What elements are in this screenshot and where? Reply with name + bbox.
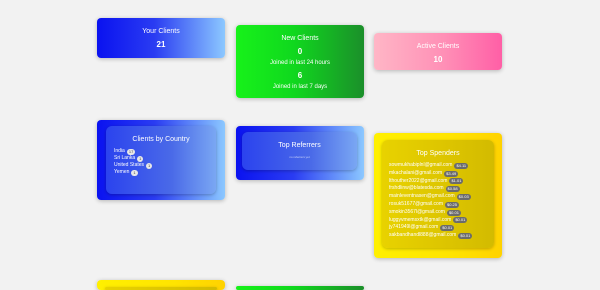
spender-row: lthouther2022@gmail.com $1.01 — [389, 178, 494, 186]
new-clients-24h-label: Joined in last 24 hours — [269, 60, 331, 66]
country-name: Yemen — [114, 169, 130, 175]
spender-list: sowmukhabiplnl@gmail.com $4.11 mkachalani… — [382, 162, 494, 240]
spender-amount-badge: $3.49 — [444, 170, 459, 177]
country-row: Sri Lanka 1 — [114, 155, 216, 162]
your-clients-card: Your Clients 21 — [97, 18, 225, 58]
spender-row: luggyvmemsxtk@gmail.com $0.01 — [389, 217, 494, 225]
active-clients-count: 10 — [433, 55, 443, 64]
country-row: Yemen 1 — [114, 169, 216, 176]
active-clients-card: Active Clients 10 — [374, 33, 502, 70]
spender-amount-badge: $0.01 — [446, 209, 461, 216]
spender-row: jy741949l@gmail.com $0.01 — [389, 224, 494, 232]
country-name: Sri Lanka — [114, 155, 136, 161]
spender-amount-badge: $0.01 — [458, 233, 473, 240]
top-referrers-title: Top Referrers — [278, 142, 321, 149]
clients-by-country-title: Clients by Country — [132, 136, 190, 143]
country-row: India 17 — [114, 148, 216, 155]
spender-email: mkachalani@gmail.com — [389, 169, 443, 176]
clients-by-country-card: Clients by Country India 17 Sri Lanka 1 … — [97, 120, 225, 200]
country-name: India — [114, 148, 125, 154]
spender-amount-badge: $1.01 — [449, 178, 464, 185]
country-row: United States 1 — [114, 162, 216, 169]
country-count-badge: 1 — [137, 155, 144, 162]
spender-amount-badge: $0.01 — [453, 217, 468, 224]
spender-row: sowmukhabiplnl@gmail.com $4.11 — [389, 162, 494, 170]
country-count-badge: 1 — [131, 169, 138, 176]
active-clients-title: Active Clients — [416, 43, 460, 50]
your-clients-title: Your Clients — [142, 28, 180, 35]
spender-amount-badge: $0.01 — [440, 225, 455, 232]
top-referrers-empty-note: no referrers yet — [289, 155, 310, 159]
spender-row: mkachalani@gmail.com $3.49 — [389, 170, 494, 178]
spender-email: mainleventnasen@gmail.com — [389, 193, 455, 200]
spender-email: frshdlinw@blatesda.com — [389, 185, 444, 192]
spender-amount-badge: $4.11 — [454, 162, 469, 169]
top-spenders-card: Top Spenders sowmukhabiplnl@gmail.com $4.… — [374, 133, 502, 258]
spender-email: sakbandhandl888@gmail.com — [389, 232, 457, 239]
new-clients-24h-count: 0 — [297, 47, 303, 56]
country-count-badge: 1 — [146, 162, 153, 169]
your-clients-count: 21 — [156, 40, 166, 49]
new-clients-card: New Clients 0 Joined in last 24 hours 6 … — [236, 25, 364, 98]
spender-email: sowmukhabiplnl@gmail.com — [389, 162, 453, 168]
top-spenders-title: Top Spenders — [416, 150, 460, 157]
spender-email: smokin3567l@gmail.com — [389, 208, 445, 215]
spender-email: jy741949l@gmail.com — [389, 224, 439, 231]
country-name: United States — [114, 162, 145, 168]
spender-email: rosuk51677@gmail.com — [389, 200, 443, 207]
country-count-badge: 17 — [126, 148, 136, 155]
spender-email: lthouther2022@gmail.com — [389, 177, 448, 184]
top-spenders-panel: Top Spenders sowmukhabiplnl@gmail.com $4.… — [382, 140, 494, 248]
spender-email: luggyvmemsxtk@gmail.com — [389, 216, 452, 223]
top-referrers-panel: Top Referrers no referrers yet — [242, 132, 357, 170]
bottom-yellow-card — [97, 280, 225, 290]
spender-row: smokin3567l@gmail.com $0.01 — [389, 209, 494, 217]
spender-row: mainleventnasen@gmail.com $0.03 — [389, 193, 494, 201]
spender-row: frshdlinw@blatesda.com $0.58 — [389, 185, 494, 193]
spender-amount-badge: $0.03 — [456, 194, 471, 201]
spender-row: rosuk51677@gmail.com $0.25 — [389, 201, 494, 209]
new-clients-7d-label: Joined in last 7 days — [272, 84, 328, 90]
country-list: India 17 Sri Lanka 1 United States 1 Yem… — [106, 148, 216, 176]
spender-amount-badge: $0.25 — [445, 201, 460, 208]
spender-row: sakbandhandl888@gmail.com $0.01 — [389, 232, 494, 240]
bottom-green-card — [236, 286, 364, 290]
spender-amount-badge: $0.58 — [445, 186, 460, 193]
new-clients-title: New Clients — [281, 35, 319, 42]
top-referrers-card: Top Referrers no referrers yet — [236, 126, 364, 180]
clients-by-country-panel: Clients by Country India 17 Sri Lanka 1 … — [106, 126, 216, 194]
new-clients-7d-count: 6 — [297, 71, 303, 80]
